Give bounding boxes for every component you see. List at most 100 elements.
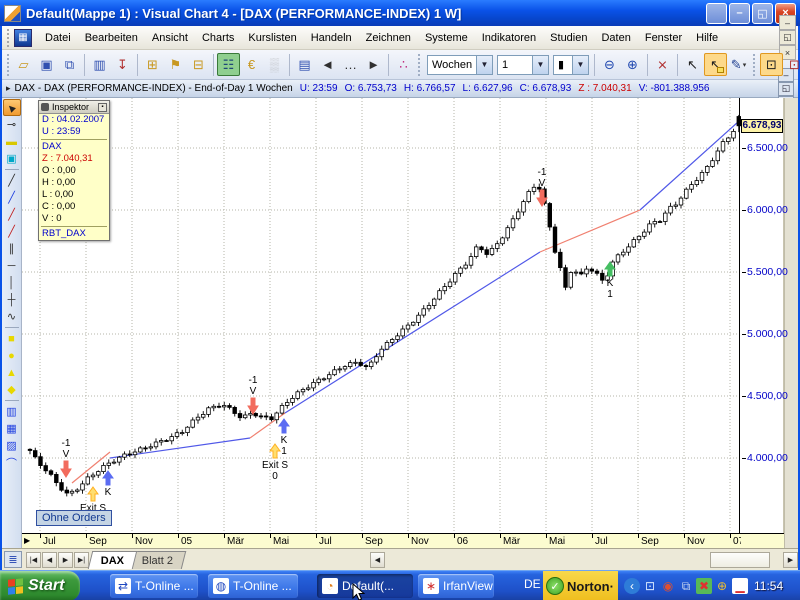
first-sheet-button[interactable]: |◀ [26,551,41,568]
candlestick-chart[interactable]: V-1Exit S1KV-1K1Exit S0V-1K1 [22,98,741,533]
menu-daten[interactable]: Daten [594,29,637,47]
task-visual-chart[interactable]: ◔ Default(... [317,574,413,598]
page-forward-button[interactable]: ► [362,53,385,76]
menu-bearbeiten[interactable]: Bearbeiten [78,29,145,47]
inspector-collapse-button[interactable]: ▪ [98,102,107,112]
vertical-band-tool[interactable]: ▥ [3,403,21,420]
minimize-button[interactable]: – [729,2,750,24]
menu-kurslisten[interactable]: Kurslisten [241,29,303,47]
inspector-titlebar[interactable]: Inspektor ▪ [39,101,109,114]
diamond-tool[interactable]: ◆ [3,381,21,398]
rectangle-tool[interactable]: ■ [3,330,21,347]
task-irfanview[interactable]: ∗ IrfanView [418,574,494,598]
menu-datei[interactable]: Datei [38,29,78,47]
curve-tool[interactable]: ∿ [3,308,21,325]
window-extra-button[interactable] [706,2,727,24]
chevron-down-icon[interactable]: ▼ [572,55,588,74]
annotation-tool[interactable]: ▨ [3,437,21,454]
open-watchlist-folder-button[interactable]: ⚑ [164,53,187,76]
network-tray-icon[interactable]: ⧉ [678,578,694,594]
menu-handeln[interactable]: Handeln [304,29,359,47]
segment-tool[interactable]: ╱ [3,172,21,189]
toolbar-grip[interactable] [7,28,11,47]
prev-sheet-button[interactable]: ◀ [42,551,57,568]
menu-fenster[interactable]: Fenster [638,29,689,47]
menu-zeichnen[interactable]: Zeichnen [359,29,418,47]
mdi-minimize-button[interactable]: – [779,15,796,30]
trendline-bicolor-tool[interactable]: ╱ [3,206,21,223]
chart-plot-area[interactable]: V-1Exit S1KV-1K1Exit S0V-1K1 Inspektor ▪… [22,98,741,548]
open-table-folder-button[interactable]: ⊟ [187,53,210,76]
menu-indikatoren[interactable]: Indikatoren [475,29,543,47]
sheet-tab-blatt-2[interactable]: Blatt 2 [128,550,187,569]
date-axis[interactable]: ▶ Jul Sep Nov 05 Mär Mai Jul Sep Nov 06 Mär Mai Jul S… [22,533,741,548]
inspector-pointer-button[interactable]: ↖ [704,53,727,76]
hscroll-thumb[interactable] [710,552,770,568]
page-list-button[interactable]: … [339,53,362,76]
zoom-out-button[interactable]: ⊖ [598,53,621,76]
save-button[interactable]: ▣ [35,53,58,76]
language-indicator[interactable]: DE [524,577,541,591]
save-all-button[interactable]: ⧉ [58,53,81,76]
parallel-lines-tool[interactable]: ∥ [3,240,21,257]
cross-line-tool[interactable]: ┼ [3,291,21,308]
axis-scale-button[interactable]: ⨯ [651,53,674,76]
menu-charts[interactable]: Charts [195,29,241,47]
offline-button[interactable]: ▒ [263,53,286,76]
new-chart-button[interactable]: ▥ [88,53,111,76]
menu-systeme[interactable]: Systeme [418,29,475,47]
display-tray-icon[interactable]: ⊡ [642,578,658,594]
next-sheet-button[interactable]: ▶ [58,551,73,568]
chevron-down-icon[interactable]: ▼ [476,55,492,74]
vertical-line-tool[interactable]: │ [3,274,21,291]
chevron-down-icon[interactable]: ▼ [532,55,548,74]
window-list-button[interactable]: ≣ [4,551,22,568]
hscroll-left-button[interactable]: ◀ [370,552,385,568]
objects-button[interactable]: ∴ [392,53,415,76]
horizontal-line-tool[interactable]: ─ [3,257,21,274]
hide-icons-chevron[interactable]: ‹ [624,578,640,594]
pointer-button[interactable]: ↖ [681,53,704,76]
quote-window-button[interactable]: ⊡ [783,53,800,76]
download-data-button[interactable]: ↧ [111,53,134,76]
page-back-button[interactable]: ◄ [316,53,339,76]
compression-select[interactable]: 1 ▼ [497,54,549,75]
task-tonline-2[interactable]: ◍ T-Online ... [208,574,298,598]
menu-studien[interactable]: Studien [543,29,594,47]
task-tonline-1[interactable]: ⇄ T-Online ... [110,574,198,598]
menu-hilfe[interactable]: Hilfe [689,29,725,47]
toolbar-grip[interactable] [7,53,9,76]
network-connect-button[interactable]: ☷ [217,53,240,76]
trendline-red-tool[interactable]: ╱ [3,223,21,240]
ellipse-tool[interactable]: ● [3,347,21,364]
ruler-tool[interactable]: ▬ [3,133,21,150]
start-button[interactable]: Start [0,571,80,600]
restore-button[interactable]: ◱ [752,2,773,24]
text-note-tool[interactable]: ▣ [3,150,21,167]
toolbar-grip[interactable] [418,53,422,76]
pin-tool[interactable]: ⊸ [3,116,21,133]
taskbar-clock[interactable]: 11:54 [754,579,783,593]
mdi-restore-button[interactable]: ◱ [779,30,796,45]
price-axis[interactable]: 6.500,00 6.000,00 5.500,00 5.000,00 4.500,00… [741,98,788,548]
chart-type-select[interactable]: ▮ ▼ [553,54,589,75]
web-tray-icon[interactable]: ⊕ [714,578,730,594]
open-workspace-button[interactable]: ▱ [12,53,35,76]
window-titlebar[interactable]: Default(Mappe 1) : Visual Chart 4 - [DAX… [0,0,800,26]
zoom-in-button[interactable]: ⊕ [621,53,644,76]
period-select[interactable]: Wochen ▼ [427,54,493,75]
last-sheet-button[interactable]: ▶| [74,551,89,568]
grid-band-tool[interactable]: ▦ [3,420,21,437]
draw-pen-button[interactable]: ✎ ▾ [727,53,750,76]
chart-restore-button[interactable]: ◱ [778,81,794,96]
chart-window-titlebar[interactable]: ▸ DAX - DAX (PERFORMANCE-INDEX) - End-of… [2,67,798,110]
sheet-tab-dax[interactable]: DAX [87,550,138,569]
open-chart-folder-button[interactable]: ⊞ [141,53,164,76]
chart-window-button[interactable]: ⊡ [760,53,783,76]
account-euro-button[interactable]: € [240,53,263,76]
menu-ansicht[interactable]: Ansicht [145,29,195,47]
alert-tray-icon[interactable]: ✖ [696,578,712,594]
norton-badge[interactable]: ✓ Norton· [543,571,618,600]
chart-tray-icon[interactable]: ▁ [732,578,748,594]
toolbar-grip[interactable] [753,53,757,76]
